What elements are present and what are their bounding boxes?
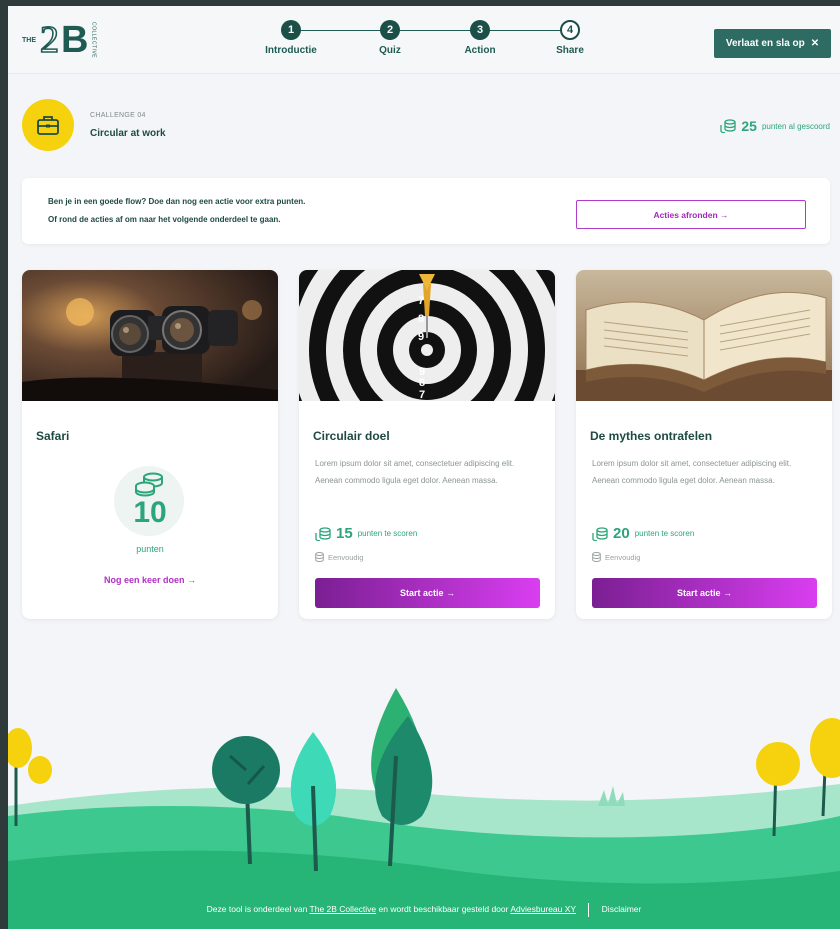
start-action-button[interactable]: Start actie → <box>315 578 540 608</box>
difficulty-level: Eenvoudig <box>592 552 640 562</box>
step-share[interactable]: 4 Share <box>535 20 605 56</box>
do-again-link[interactable]: Nog een keer doen → <box>22 575 278 585</box>
briefcase-icon <box>37 116 59 135</box>
landscape-illustration <box>8 688 840 929</box>
info-banner: Ben je in een goede flow? Doe dan nog ee… <box>22 178 830 244</box>
save-and-exit-button[interactable]: Verlaat en sla op ✕ <box>714 29 831 58</box>
finish-actions-button[interactable]: Acties afronden → <box>576 200 806 229</box>
points-scored-text: punten al gescoord <box>761 121 830 131</box>
footer-divider <box>588 902 590 917</box>
points-value: 15 <box>336 525 353 542</box>
logo-two: 2 <box>39 19 60 61</box>
difficulty-label: Eenvoudig <box>328 552 364 562</box>
svg-text:9: 9 <box>418 331 424 343</box>
card-title: Safari <box>36 429 70 443</box>
logo[interactable]: THE 2 B COLLECTIVE <box>22 20 96 60</box>
step-number: 3 <box>470 20 490 40</box>
progress-steps: 1 Introductie 2 Quiz 3 Action 4 Share <box>265 20 585 64</box>
step-label: Action <box>464 45 496 56</box>
svg-text:7: 7 <box>418 295 424 307</box>
points-value: 10 <box>133 496 167 529</box>
banner-line-1: Ben je in een goede flow? Doe dan nog ee… <box>48 197 306 206</box>
card-title: Circulair doel <box>313 429 390 443</box>
points-scored: 25 punten al gescoord <box>720 118 830 134</box>
step-label: Introductie <box>265 45 317 56</box>
database-icon <box>315 552 324 562</box>
coins-icon <box>315 526 331 541</box>
challenge-label: CHALLENGE 04 <box>90 112 146 119</box>
action-card-circulair-doel: 789 987 Circulair doel Lorem ipsum dolor… <box>299 270 555 619</box>
step-number: 4 <box>560 20 580 40</box>
card-description: Lorem ipsum dolor sit amet, consectetuer… <box>592 459 792 485</box>
book-illustration <box>576 270 832 401</box>
points-to-score: 15 punten te scoren <box>315 525 417 542</box>
steps-connector <box>291 30 563 31</box>
coins-icon <box>720 119 737 133</box>
step-number: 1 <box>281 20 301 40</box>
start-action-button[interactable]: Start actie → <box>592 578 817 608</box>
binoculars-photo <box>22 270 278 401</box>
step-label: Quiz <box>379 45 401 56</box>
action-card-mythes: De mythes ontrafelen Lorem ipsum dolor s… <box>576 270 832 619</box>
step-action[interactable]: 3 Action <box>445 20 515 56</box>
save-and-exit-label: Verlaat en sla op <box>725 38 805 49</box>
binoculars-illustration <box>22 270 278 401</box>
card-description: Lorem ipsum dolor sit amet, consectetuer… <box>315 459 515 485</box>
logo-b: B <box>61 19 89 61</box>
step-introductie[interactable]: 1 Introductie <box>256 20 326 56</box>
footer-prefix: Deze tool is onderdeel van <box>206 904 308 914</box>
footer-link-2b-collective[interactable]: The 2B Collective <box>310 904 377 914</box>
logo-the: THE <box>22 36 36 44</box>
close-icon: ✕ <box>810 38 820 49</box>
page: THE 2 B COLLECTIVE 1 Introductie 2 Quiz … <box>8 6 840 929</box>
points-to-score: 20 punten te scoren <box>592 525 694 542</box>
difficulty-label: Eenvoudig <box>605 552 641 562</box>
footer-middle: en wordt beschikbaar gesteld door <box>378 904 509 914</box>
card-title: De mythes ontrafelen <box>590 429 713 443</box>
action-card-safari: Safari 10 punten Nog een keer doen → <box>22 270 278 619</box>
coins-icon <box>135 472 163 497</box>
step-quiz[interactable]: 2 Quiz <box>355 20 425 56</box>
challenge-badge <box>22 99 74 151</box>
dartboard-photo: 789 987 <box>299 270 555 401</box>
step-number: 2 <box>380 20 400 40</box>
challenge-title: Circular at work <box>90 128 166 139</box>
svg-text:8: 8 <box>418 313 424 325</box>
database-icon <box>592 552 601 562</box>
difficulty-level: Eenvoudig <box>315 552 363 562</box>
footer-link-adviesbureau[interactable]: Adviesbureau XY <box>510 904 576 914</box>
coins-icon <box>592 526 608 541</box>
points-label: punten <box>136 544 164 554</box>
svg-text:8: 8 <box>419 377 425 389</box>
footer-disclaimer-link[interactable]: Disclaimer <box>602 904 642 914</box>
logo-collective: COLLECTIVE <box>90 21 97 59</box>
points-value: 20 <box>613 525 630 542</box>
points-text: punten te scoren <box>634 529 695 538</box>
dartboard-illustration: 789 987 <box>299 270 555 401</box>
step-label: Share <box>556 45 584 56</box>
points-scored-value: 25 <box>741 118 757 134</box>
footer: Deze tool is onderdeel van The 2B Collec… <box>8 902 840 929</box>
open-book-photo <box>576 270 832 401</box>
top-bar: THE 2 B COLLECTIVE 1 Introductie 2 Quiz … <box>8 6 840 74</box>
banner-line-2: Of rond de acties af om naar het volgend… <box>48 215 281 224</box>
svg-text:7: 7 <box>419 389 425 401</box>
points-text: punten te scoren <box>357 529 418 538</box>
